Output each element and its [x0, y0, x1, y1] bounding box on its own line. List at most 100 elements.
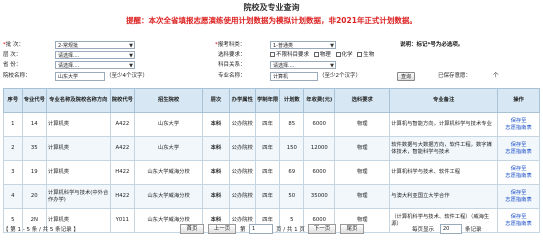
table-row: 2 35 计算机类 A422 山东大学 本科 公办院校 四年 150 12000…: [3, 136, 540, 161]
subject-options: 不限科目要求 物理 化学 生物: [270, 50, 374, 60]
category-value: 请选择....: [58, 53, 80, 59]
cell-name: 计算机科学与技术(中外合作办学): [45, 184, 111, 209]
col-requirement: 选科要求: [334, 88, 391, 113]
table-header-row: 序号 专业代号 专业名称及院校名称方向 院校代号 招生院校 层次 办学属性 学制…: [3, 88, 540, 113]
cell-req: 物理: [334, 112, 391, 137]
guide-link[interactable]: 志愿指南表: [499, 197, 538, 204]
checkbox-unlimited[interactable]: [270, 52, 275, 57]
cell-level: 本科: [202, 160, 230, 185]
table-row: 3 19 计算机类 H422 山东大学威海分校 本科 公办院校 四年 69 60…: [3, 160, 540, 185]
cell-op: 保存至 志愿指南表: [497, 160, 540, 185]
school-hint: （至少4个汉字）: [106, 73, 148, 79]
ptype-row: *报考科类：: [215, 42, 246, 48]
category-label: 层 次：: [3, 52, 22, 58]
cell-prop: 公办院校: [228, 160, 256, 185]
query-button[interactable]: 查询: [397, 72, 415, 81]
cell-scode: H422: [109, 160, 135, 185]
per-page-input[interactable]: 20: [440, 224, 462, 234]
cell-prop: 公办院校: [228, 112, 256, 137]
cell-plan: 50: [279, 184, 305, 209]
school-label: 院校名称：: [3, 73, 31, 79]
cell-remark: 计算机与智能方向，计算机科学与技术专业: [389, 112, 499, 137]
major-type-value: 请选择....: [273, 63, 295, 69]
ptype-label: 报考科类：: [217, 42, 246, 48]
col-major-code: 专业代号: [21, 88, 47, 113]
guide-link[interactable]: 志愿指南表: [499, 221, 538, 228]
checkbox-physics[interactable]: [313, 52, 319, 57]
chevron-down-icon: ▼: [129, 53, 133, 59]
per-page-suffix: 条记录: [465, 227, 482, 233]
guide-link[interactable]: 志愿指南表: [499, 125, 538, 132]
cell-fee: 12000: [303, 136, 336, 161]
province-select[interactable]: 请选择.... ▼: [55, 61, 135, 69]
table-row: 1 14 计算机类 A422 山东大学 本科 公办院校 四年 85 6000 物…: [3, 112, 540, 137]
cell-name: 计算机类: [45, 160, 111, 185]
page-number-input[interactable]: 1: [249, 224, 273, 234]
ptype-value: 1-普通类: [273, 43, 293, 49]
cell-fee: 6000: [303, 112, 336, 137]
option-physics: 物理: [319, 52, 331, 58]
cell-req: 物理: [334, 136, 391, 161]
page-suffix: 页 / 共 1 页: [276, 227, 305, 233]
checkbox-chemistry[interactable]: [335, 52, 341, 57]
cell-fee: 6000: [303, 160, 336, 185]
guide-link[interactable]: 志愿指南表: [499, 173, 538, 180]
selected-count: 已保存意愿： 个: [438, 71, 499, 81]
category-select[interactable]: 请选择.... ▼: [55, 51, 135, 59]
ptype-select[interactable]: 1-普通类 ▼: [270, 41, 336, 49]
school-name-input[interactable]: 山东大学: [55, 72, 105, 81]
notice-year: 2021: [336, 16, 357, 25]
major-type-label: 科目关系：: [218, 62, 246, 68]
cell-code: 35: [21, 136, 47, 161]
batch-select[interactable]: 2-常规批 ▼: [55, 41, 135, 49]
table-row: 4 20 计算机科学与技术(中外合作办学) H422 山东大学威海分校 本科 公…: [3, 184, 540, 209]
selected-count-label: 已保存意愿：: [438, 73, 472, 79]
cell-req: 物理: [334, 160, 391, 185]
cell-school: 山东大学: [133, 136, 204, 161]
major-label: 专业名称：: [218, 73, 246, 79]
cell-years: 四年: [254, 160, 281, 185]
province-label: 省 份：: [3, 62, 22, 68]
next-page-button[interactable]: 下一页: [308, 224, 336, 234]
option-chemistry: 化学: [341, 52, 353, 58]
pager-summary: 【 第 1 - 5 条 / 共 5 条记录 】: [3, 227, 79, 233]
cell-level: 本科: [202, 184, 230, 209]
col-no: 序号: [3, 88, 23, 113]
cell-school: 山东大学威海分校: [133, 184, 204, 209]
page-title: 院校及专业查询: [243, 3, 300, 12]
province-value: 请选择....: [58, 63, 80, 69]
col-school-code: 院校代号: [109, 88, 135, 113]
col-major-name: 专业名称及院校名称方向: [45, 88, 111, 113]
cell-level: 本科: [202, 112, 230, 137]
cell-school: 山东大学威海分校: [133, 160, 204, 185]
cell-no: 2: [3, 136, 23, 161]
cell-plan: 85: [279, 112, 305, 137]
option-unlimited: 不限科目要求: [276, 52, 310, 58]
chevron-down-icon: ▼: [330, 43, 334, 49]
batch-row: *批 次：: [3, 42, 24, 48]
first-page-button[interactable]: 首页: [180, 224, 204, 234]
cell-school: 山东大学: [133, 112, 204, 137]
major-name-input[interactable]: 计算机: [270, 72, 318, 81]
cell-op: 保存至 志愿指南表: [497, 184, 540, 209]
cell-code: 19: [21, 160, 47, 185]
cell-scode: H422: [109, 184, 135, 209]
chevron-down-icon: ▼: [330, 63, 334, 69]
cell-remark: 计算机科学与技术、软件工程: [389, 160, 499, 185]
batch-value: 2-常规批: [58, 43, 78, 49]
guide-link[interactable]: 志愿指南表: [499, 149, 538, 156]
cell-remark: 软件数据与大数据方向，软件工程，数字媒体技术，智能科学与技术: [389, 136, 499, 161]
col-level: 层次: [202, 88, 230, 113]
col-school: 招生院校: [133, 88, 204, 113]
cell-code: 14: [21, 112, 47, 137]
major-type-select[interactable]: 请选择.... ▼: [270, 61, 336, 69]
cell-plan: 150: [279, 136, 305, 161]
checkbox-biology[interactable]: [357, 52, 363, 57]
cell-no: 4: [3, 184, 23, 209]
batch-label: 批 次：: [5, 42, 24, 48]
last-page-button[interactable]: 尾页: [340, 224, 364, 234]
col-property: 办学属性: [228, 88, 256, 113]
cell-no: 1: [3, 112, 23, 137]
notice-text-1: 提醒：本次全省填报志愿演练使用计划数据为模拟计划数据，非: [126, 16, 337, 25]
prev-page-button[interactable]: 上一页: [208, 224, 236, 234]
